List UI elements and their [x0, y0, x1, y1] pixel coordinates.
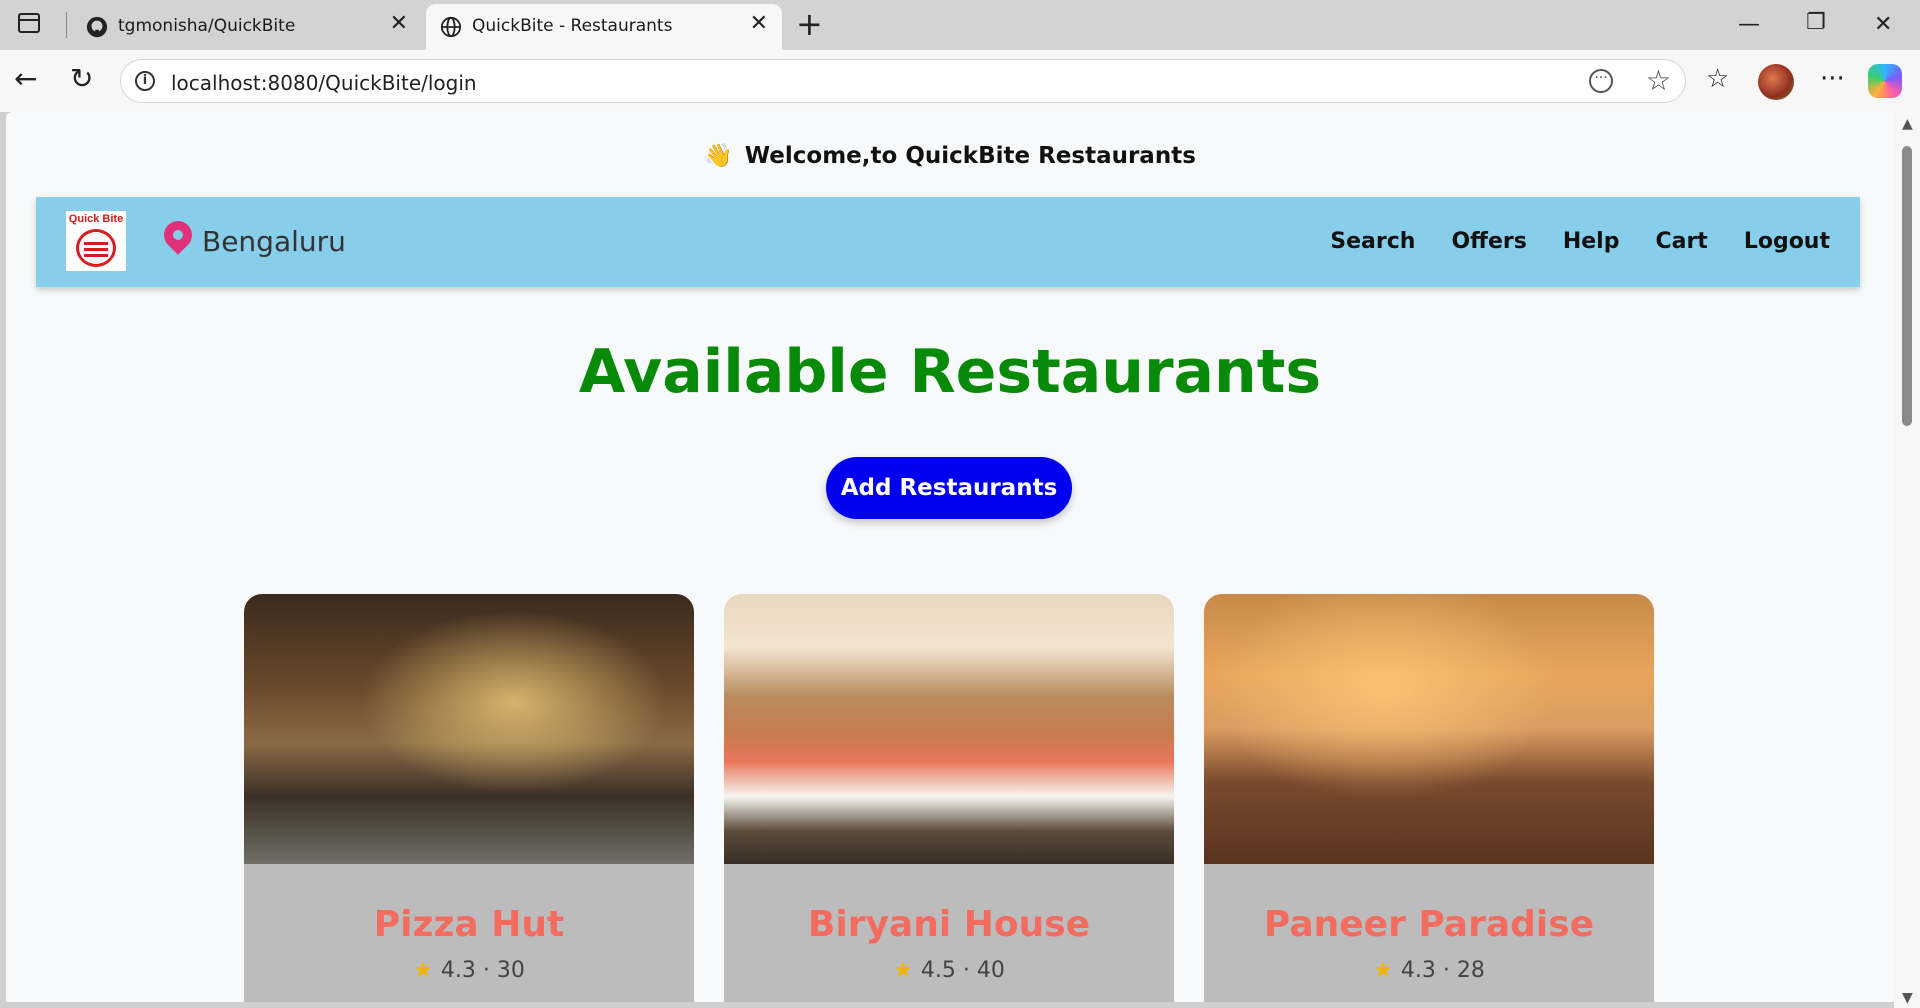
sidebar-toggle-icon[interactable]	[18, 13, 40, 33]
star-icon: ★	[893, 958, 913, 983]
star-icon: ★	[1373, 958, 1393, 983]
vertical-scrollbar[interactable]: ▲ ▼	[1894, 112, 1920, 1008]
restaurant-meta: ★ 4.3 · 28	[1373, 958, 1485, 983]
close-window-icon[interactable]: ✕	[1874, 12, 1892, 37]
logo-text: Quick Bite	[68, 213, 124, 225]
tab-github[interactable]: tgmonisha/QuickBite ✕	[72, 4, 422, 50]
close-tab-icon[interactable]: ✕	[390, 13, 408, 35]
welcome-text: Welcome,to QuickBite Restaurants	[744, 143, 1196, 169]
minimize-icon[interactable]: —	[1738, 12, 1760, 37]
reload-icon[interactable]: ↻	[70, 64, 93, 94]
site-info-icon[interactable]: i	[135, 71, 155, 91]
tab-quickbite[interactable]: QuickBite - Restaurants ✕	[426, 4, 782, 50]
star-icon: ★	[413, 958, 433, 983]
nav-search[interactable]: Search	[1330, 229, 1415, 254]
globe-icon	[440, 16, 462, 38]
tab-separator	[66, 12, 67, 38]
restaurant-name[interactable]: Paneer Paradise	[1204, 904, 1654, 945]
restaurant-image[interactable]	[244, 594, 694, 864]
nav-offers[interactable]: Offers	[1451, 229, 1526, 254]
address-bar[interactable]: i localhost:8080/QuickBite/login ··· ☆	[120, 59, 1686, 103]
github-icon	[86, 16, 108, 38]
site-navbar: Quick Bite Bengaluru Search Offers Help …	[36, 197, 1860, 287]
wave-icon: 👋	[704, 143, 733, 169]
add-restaurants-button[interactable]: Add Restaurants	[826, 457, 1072, 519]
restaurant-card[interactable]: Pizza Hut ★ 4.3 · 30	[244, 594, 694, 1002]
new-tab-icon[interactable]: +	[796, 6, 823, 42]
rating: 4.3	[440, 958, 476, 983]
restaurant-card[interactable]: Biryani House ★ 4.5 · 40	[724, 594, 1174, 1002]
page-title: Available Restaurants	[578, 337, 1322, 407]
scroll-thumb[interactable]	[1902, 146, 1912, 426]
logo[interactable]: Quick Bite	[66, 211, 126, 271]
nav-help[interactable]: Help	[1563, 229, 1620, 254]
favorite-star-icon[interactable]: ☆	[1646, 64, 1671, 97]
scroll-down-icon[interactable]: ▼	[1902, 990, 1913, 1006]
eta: 30	[496, 958, 525, 983]
rating: 4.3	[1400, 958, 1436, 983]
rating: 4.5	[920, 958, 956, 983]
copilot-icon[interactable]	[1868, 64, 1902, 98]
welcome-message: 👋 Welcome,to QuickBite Restaurants	[6, 142, 1894, 169]
restaurant-image[interactable]	[1204, 594, 1654, 864]
browser-toolbar: ← ↻ i localhost:8080/QuickBite/login ···…	[0, 50, 1920, 112]
restaurant-meta: ★ 4.3 · 30	[413, 958, 525, 983]
scroll-up-icon[interactable]: ▲	[1902, 116, 1913, 132]
nav-links: Search Offers Help Cart Logout	[1330, 229, 1830, 254]
back-icon[interactable]: ←	[14, 64, 37, 94]
eta: 28	[1456, 958, 1485, 983]
location-pin-icon	[158, 215, 198, 255]
restaurant-card[interactable]: Paneer Paradise ★ 4.3 · 28	[1204, 594, 1654, 1002]
close-tab-icon[interactable]: ✕	[750, 13, 768, 35]
restaurant-name[interactable]: Pizza Hut	[244, 904, 694, 945]
favorites-icon[interactable]: ☆	[1706, 64, 1729, 94]
settings-menu-icon[interactable]: ···	[1820, 64, 1845, 94]
restaurant-image[interactable]	[724, 594, 1174, 864]
restore-icon[interactable]: ❐	[1806, 10, 1826, 35]
restaurant-meta: ★ 4.5 · 40	[893, 958, 1005, 983]
burger-icon	[76, 229, 116, 267]
city-label[interactable]: Bengaluru	[202, 225, 346, 258]
restaurant-name[interactable]: Biryani House	[724, 904, 1174, 945]
nav-cart[interactable]: Cart	[1655, 229, 1707, 254]
url-text[interactable]: localhost:8080/QuickBite/login	[171, 71, 477, 95]
tab-title: QuickBite - Restaurants	[472, 16, 673, 36]
more-options-icon[interactable]: ···	[1589, 69, 1613, 93]
eta: 40	[976, 958, 1005, 983]
tab-strip: tgmonisha/QuickBite ✕ QuickBite - Restau…	[0, 0, 1920, 50]
nav-logout[interactable]: Logout	[1744, 229, 1830, 254]
page-viewport: 👋 Welcome,to QuickBite Restaurants Quick …	[6, 112, 1894, 1002]
avatar[interactable]	[1758, 64, 1794, 100]
tab-title: tgmonisha/QuickBite	[118, 16, 296, 36]
